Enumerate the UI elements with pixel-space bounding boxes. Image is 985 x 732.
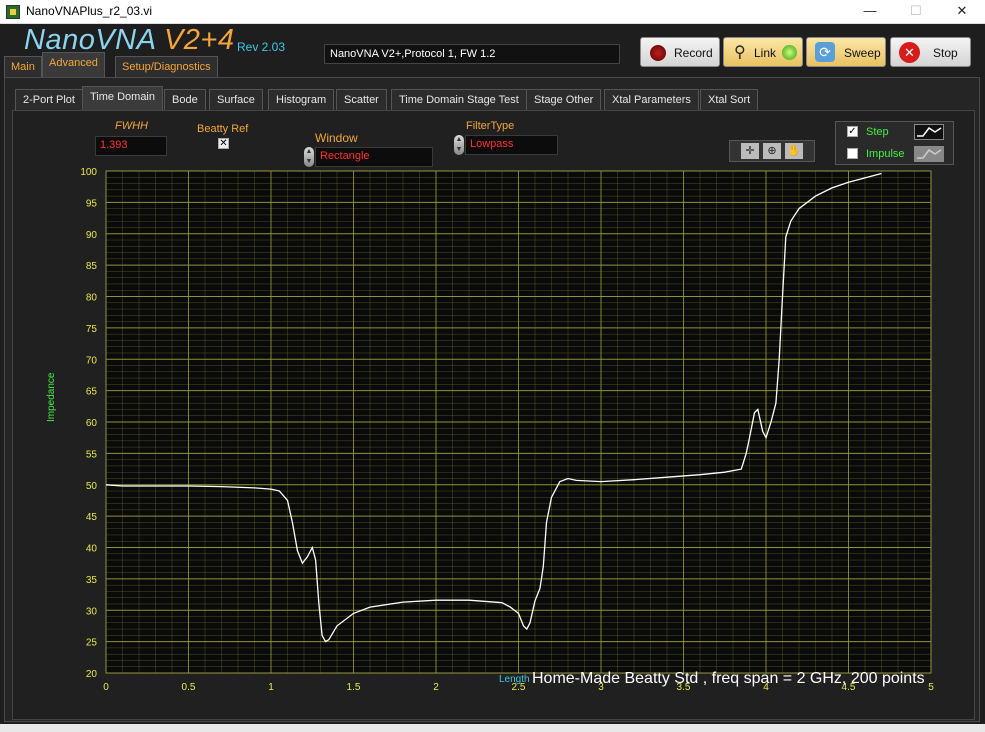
y-tick-label: 40: [86, 544, 98, 555]
x-tick-label: 5: [928, 682, 934, 693]
x-tick-label: 0: [103, 682, 109, 693]
y-tick-label: 45: [86, 512, 98, 523]
taskbar-strip: [0, 724, 985, 732]
y-tick-label: 55: [86, 449, 98, 460]
y-axis-label: Impedance: [46, 372, 57, 422]
x-tick-label: 2: [433, 682, 439, 693]
y-tick-label: 30: [86, 606, 98, 617]
x-axis-label: Length: [499, 674, 530, 685]
y-tick-label: 100: [80, 167, 97, 178]
y-tick-label: 60: [86, 418, 98, 429]
impedance-time-domain-plot[interactable]: 0 0.5 1 1.5 2 2.5 3 3.5 4 4.5 52025303540455055606…: [0, 0, 985, 732]
x-tick-label: 0.5: [182, 682, 196, 693]
y-tick-label: 65: [86, 387, 98, 398]
y-tick-label: 70: [86, 355, 98, 366]
y-tick-label: 35: [86, 575, 98, 586]
y-tick-label: 95: [86, 198, 98, 209]
x-tick-label: 1.5: [347, 682, 361, 693]
y-tick-label: 20: [86, 669, 98, 680]
plot-caption: Home-Made Beatty Std , freq span = 2 GHz…: [532, 670, 925, 687]
x-tick-label: 1: [268, 682, 274, 693]
y-tick-label: 80: [86, 293, 98, 304]
y-tick-label: 75: [86, 324, 98, 335]
y-tick-label: 25: [86, 638, 98, 649]
y-tick-label: 85: [86, 261, 98, 272]
y-tick-label: 50: [86, 481, 98, 492]
y-tick-label: 90: [86, 230, 98, 241]
